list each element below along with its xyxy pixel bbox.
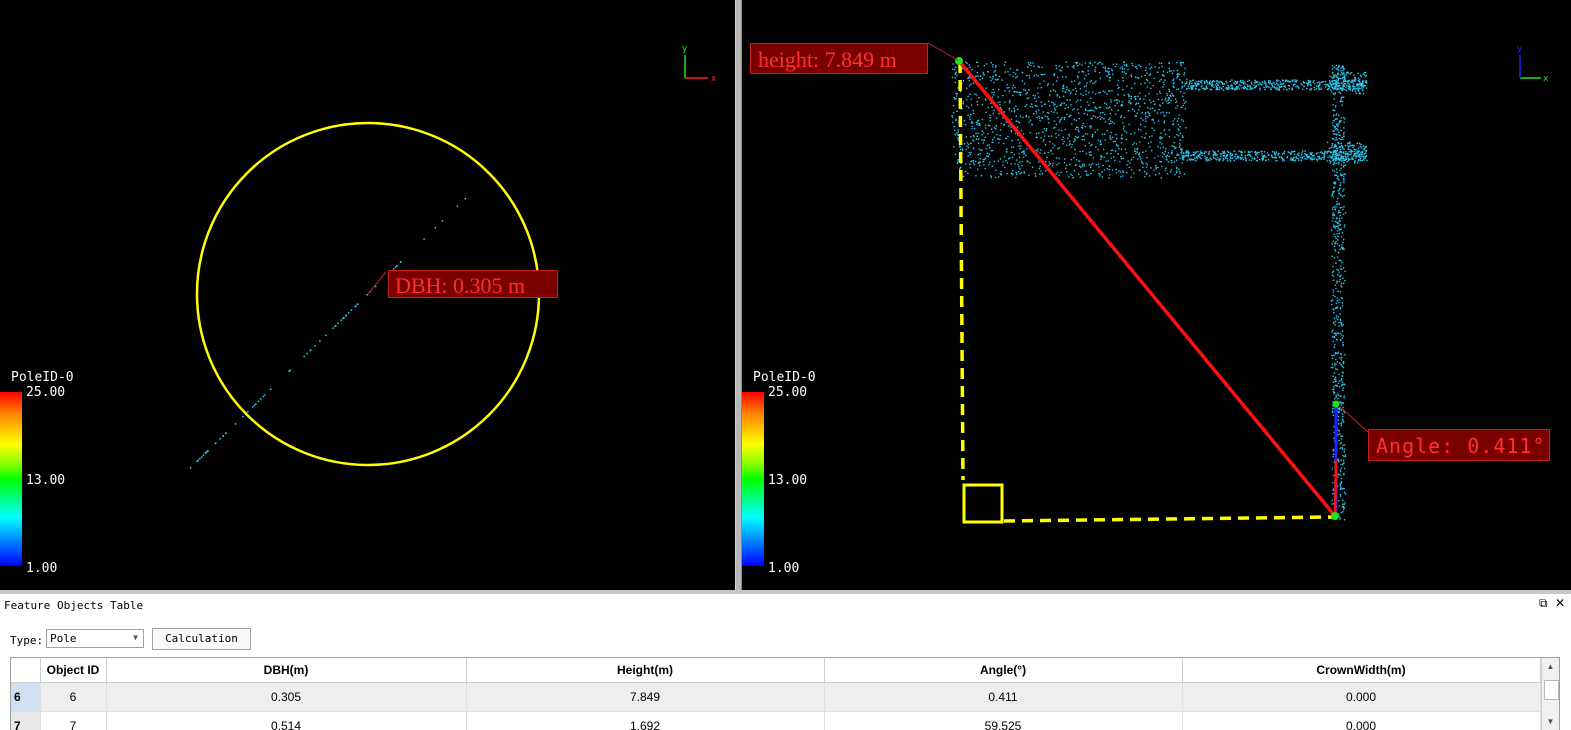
row-header[interactable]: 6 bbox=[11, 682, 41, 712]
color-scale-bar: PoleID-0 25.00 13.00 1.00 bbox=[0, 370, 80, 585]
scale-min: 1.00 bbox=[768, 561, 800, 576]
point-cloud-pole bbox=[951, 61, 1368, 521]
cell-crown-width[interactable]: 0.000 bbox=[1182, 711, 1541, 730]
cell-dbh[interactable]: 0.305 bbox=[106, 682, 467, 712]
type-dropdown[interactable]: Pole ▼ bbox=[46, 629, 144, 648]
top-point-marker bbox=[955, 57, 963, 65]
column-header-dbh[interactable]: DBH(m) bbox=[106, 658, 467, 683]
angle-point-marker bbox=[1332, 400, 1340, 408]
cell-height[interactable]: 1.692 bbox=[466, 711, 825, 730]
column-header-crown-width[interactable]: CrownWidth(m) bbox=[1182, 658, 1541, 683]
scroll-thumb[interactable] bbox=[1544, 680, 1559, 700]
color-scale-bar: PoleID-0 25.00 13.00 1.00 bbox=[742, 370, 822, 585]
y-axis-label: y bbox=[1517, 44, 1523, 54]
scroll-up-icon[interactable]: ▲ bbox=[1543, 659, 1558, 674]
angle-line bbox=[1333, 459, 1338, 517]
dbh-leader-line bbox=[367, 271, 387, 295]
cell-object-id[interactable]: 7 bbox=[40, 711, 107, 730]
height-measurement bbox=[927, 42, 1369, 524]
feature-objects-table: Object ID DBH(m) Height(m) Angle(°) Crow… bbox=[10, 657, 1560, 730]
vertical-dashed-line bbox=[958, 61, 965, 481]
scale-max: 25.00 bbox=[768, 385, 808, 400]
height-hypotenuse-line bbox=[957, 59, 1337, 518]
table-row[interactable]: 7 7 0.514 1.692 59.525 0.000 bbox=[11, 711, 1541, 730]
scale-mid: 13.00 bbox=[768, 473, 808, 488]
left-3d-viewport[interactable]: x y DBH: 0.305 m PoleID-0 25.00 13.00 1.… bbox=[0, 0, 735, 590]
scroll-down-icon[interactable]: ▼ bbox=[1543, 714, 1558, 729]
close-icon[interactable]: ✕ bbox=[1555, 596, 1565, 610]
scale-max: 25.00 bbox=[26, 385, 66, 400]
dbh-label: DBH: 0.305 m bbox=[388, 270, 558, 298]
x-axis-label: x bbox=[711, 74, 717, 84]
table-row[interactable]: 6 6 0.305 7.849 0.411 0.000 bbox=[11, 682, 1541, 712]
column-header-object-id[interactable]: Object ID bbox=[40, 658, 107, 683]
cell-angle[interactable]: 59.525 bbox=[824, 711, 1183, 730]
scale-gradient bbox=[0, 392, 22, 566]
x-axis-label: x bbox=[1543, 74, 1549, 84]
chevron-down-icon: ▼ bbox=[133, 633, 138, 642]
cell-height[interactable]: 7.849 bbox=[466, 682, 825, 712]
axis-gizmo: x y bbox=[682, 44, 717, 84]
row-header[interactable]: 7 bbox=[11, 711, 41, 730]
side-view-canvas: x y bbox=[927, 42, 1549, 524]
panel-title: Feature Objects Table bbox=[4, 599, 144, 612]
y-axis-label: y bbox=[682, 44, 688, 54]
scale-gradient bbox=[742, 392, 764, 566]
corner-cell[interactable] bbox=[11, 658, 41, 683]
horizontal-dashed-line bbox=[1003, 515, 1335, 523]
scale-title: PoleID-0 bbox=[753, 370, 816, 385]
right-3d-viewport[interactable]: x y height: 7.849 m Angle: 0.411° PoleID… bbox=[742, 0, 1571, 590]
vertical-scrollbar[interactable]: ▲ ▼ bbox=[1541, 658, 1559, 730]
type-label: Type: bbox=[10, 634, 44, 647]
height-label: height: 7.849 m bbox=[750, 43, 928, 74]
cell-angle[interactable]: 0.411 bbox=[824, 682, 1183, 712]
scale-mid: 13.00 bbox=[26, 473, 66, 488]
column-header-angle[interactable]: Angle(°) bbox=[824, 658, 1183, 683]
viewport-splitter[interactable] bbox=[735, 0, 742, 590]
feature-objects-panel: Feature Objects Table ⧉ ✕ Type: Pole ▼ C… bbox=[0, 594, 1571, 730]
base-point-marker bbox=[1331, 512, 1339, 520]
point-cloud-cross-section bbox=[189, 197, 467, 469]
type-dropdown-value: Pole bbox=[50, 632, 77, 645]
cell-dbh[interactable]: 0.514 bbox=[106, 711, 467, 730]
height-leader-line bbox=[927, 42, 959, 61]
axis-gizmo: x y bbox=[1517, 44, 1549, 84]
cell-object-id[interactable]: 6 bbox=[40, 682, 107, 712]
calculation-button[interactable]: Calculation bbox=[152, 628, 251, 650]
column-header-height[interactable]: Height(m) bbox=[466, 658, 825, 683]
angle-leader-line bbox=[1338, 405, 1369, 433]
restore-icon[interactable]: ⧉ bbox=[1539, 596, 1548, 611]
cell-crown-width[interactable]: 0.000 bbox=[1182, 682, 1541, 712]
panel-window-controls: ⧉ ✕ bbox=[1535, 596, 1565, 611]
cross-section-canvas: x y bbox=[189, 44, 717, 469]
angle-label: Angle: 0.411° bbox=[1368, 429, 1550, 461]
scale-title: PoleID-0 bbox=[11, 370, 74, 385]
scale-min: 1.00 bbox=[26, 561, 58, 576]
data-table: Object ID DBH(m) Height(m) Angle(°) Crow… bbox=[11, 658, 1541, 730]
right-angle-marker bbox=[962, 483, 1004, 524]
table-header-row: Object ID DBH(m) Height(m) Angle(°) Crow… bbox=[11, 658, 1541, 683]
